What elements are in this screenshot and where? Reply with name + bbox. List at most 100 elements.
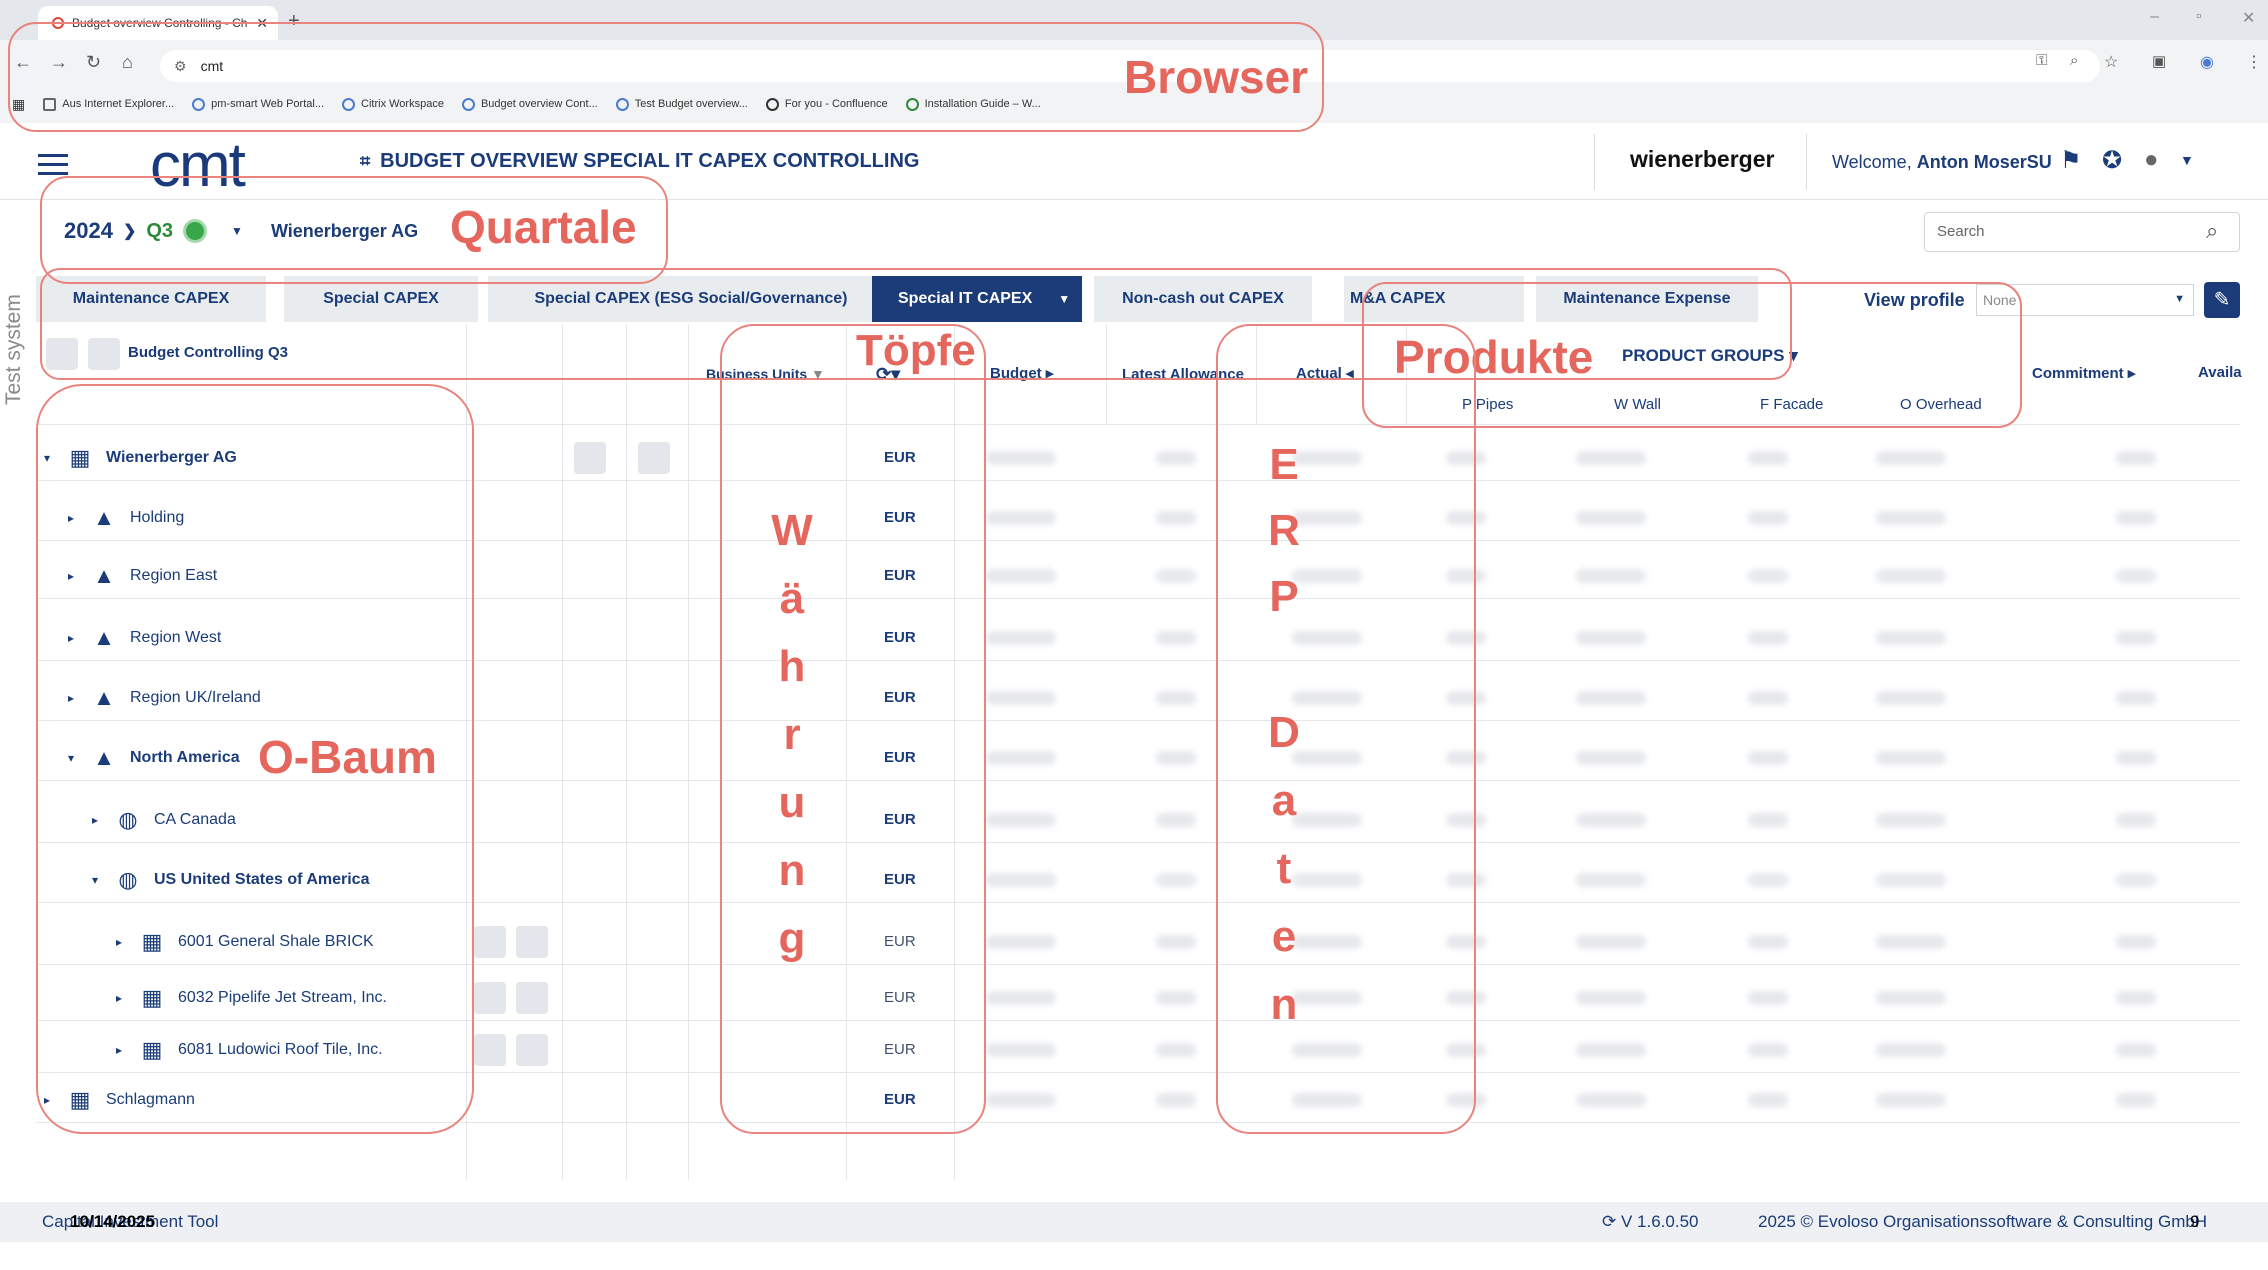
annotation-letter: t (1276, 844, 1292, 893)
annotation-letter: n (778, 846, 806, 895)
annotation-toepfe-box (720, 324, 986, 1134)
annotation-letter: e (1271, 912, 1297, 961)
excel-button[interactable] (516, 1034, 548, 1066)
blurred-value (1576, 813, 1646, 827)
lock-button[interactable] (474, 1034, 506, 1066)
annotation-letter: D (1268, 708, 1300, 757)
blurred-value (1748, 691, 1788, 705)
blurred-value (1576, 1043, 1646, 1057)
blurred-value (1876, 991, 1946, 1005)
annotation-letter: g (778, 914, 806, 963)
annotation-letter: r (783, 710, 801, 759)
annotation-browser: Browser (1124, 51, 1309, 103)
blurred-value (1876, 873, 1946, 887)
annotation-letter: h (778, 642, 806, 691)
blurred-value (1876, 813, 1946, 827)
blurred-value (986, 691, 1056, 705)
support-icon[interactable]: ✪ (2102, 146, 2122, 175)
blurred-value (1156, 873, 1196, 887)
chevron-down-icon[interactable]: ▼ (2180, 152, 2194, 168)
annotation-letter: u (778, 778, 806, 827)
blurred-value (986, 813, 1056, 827)
annotation-letter: ä (779, 574, 805, 623)
menu-icon[interactable]: ⋮ (2246, 52, 2262, 72)
user-avatar-icon[interactable]: ● (2144, 146, 2159, 174)
profile-icon[interactable]: ◉ (2200, 52, 2214, 72)
blurred-value (1156, 813, 1196, 827)
blurred-value (1876, 691, 1946, 705)
hierarchy-icon: ⌗ (360, 151, 371, 171)
blurred-value (986, 569, 1056, 583)
blurred-value (2116, 991, 2156, 1005)
brand-logo: wienerberger (1630, 146, 1775, 172)
blurred-value (1576, 873, 1646, 887)
blurred-value (1156, 1043, 1196, 1057)
blurred-value (2116, 935, 2156, 949)
comment-button[interactable] (574, 442, 606, 474)
blurred-value (2116, 751, 2156, 765)
annotation-letter: P (1269, 572, 1299, 621)
blurred-value (1748, 631, 1788, 645)
maximize-icon[interactable]: ▫ (2196, 8, 2202, 26)
blurred-value (1156, 1093, 1196, 1107)
blurred-value (986, 751, 1056, 765)
blurred-value (1876, 631, 1946, 645)
blurred-value (2116, 1093, 2156, 1107)
blurred-value (1748, 751, 1788, 765)
blurred-value (1876, 751, 1946, 765)
star-icon[interactable]: ☆ (2104, 52, 2118, 72)
edit-button[interactable]: ✎ (2204, 282, 2240, 318)
search-icon[interactable]: ⌕ (2206, 218, 2218, 244)
commitment-header[interactable]: Commitment ▸ (2032, 364, 2135, 382)
blurred-value (1576, 569, 1646, 583)
history-button[interactable] (638, 442, 670, 474)
blurred-value (1748, 511, 1788, 525)
footer: Capital Investment Tool 10/14/2025 ⟳ V 1… (0, 1202, 2268, 1242)
blurred-value (2116, 451, 2156, 465)
sync-icon: ⟳ (1602, 1212, 1617, 1231)
blurred-value (1156, 991, 1196, 1005)
annotation-letter: a (1271, 776, 1297, 825)
divider (1806, 134, 1807, 190)
blurred-value (986, 631, 1056, 645)
excel-button[interactable] (516, 926, 548, 958)
blurred-value (2116, 873, 2156, 887)
blurred-value (2116, 813, 2156, 827)
blurred-value (2116, 631, 2156, 645)
flag-icon[interactable]: ⚑ (2060, 146, 2082, 175)
blurred-value (2116, 691, 2156, 705)
blurred-value (1876, 935, 1946, 949)
blurred-value (1876, 451, 1946, 465)
blurred-value (986, 935, 1056, 949)
blurred-value (986, 511, 1056, 525)
blurred-value (2116, 1043, 2156, 1057)
available-header[interactable]: Availa (2198, 364, 2242, 381)
blurred-value (1156, 451, 1196, 465)
annotation-toepfe: Töpfe (856, 326, 976, 375)
blurred-value (1576, 511, 1646, 525)
annotation-quartale: Quartale (450, 201, 637, 253)
close-window-icon[interactable]: ✕ (2242, 8, 2255, 28)
blurred-value (1748, 1093, 1788, 1107)
zoom-icon[interactable]: ⌕ (2070, 52, 2078, 69)
search-input[interactable]: Search (1924, 212, 2240, 252)
blurred-value (1156, 691, 1196, 705)
excel-button[interactable] (516, 982, 548, 1014)
minimize-icon[interactable]: – (2150, 8, 2159, 26)
key-icon[interactable]: ⚿ (2036, 52, 2047, 69)
blurred-value (1576, 691, 1646, 705)
blurred-value (1876, 1093, 1946, 1107)
footer-date: 10/14/2025 (70, 1212, 156, 1231)
blurred-value (1748, 935, 1788, 949)
annotation-letter: E (1269, 440, 1299, 489)
annotation-obaum: O-Baum (258, 731, 437, 783)
extensions-icon[interactable]: ▣ (2152, 52, 2166, 70)
lock-button[interactable] (474, 982, 506, 1014)
test-system-label: Test system (2, 294, 25, 406)
blurred-value (1748, 991, 1788, 1005)
annotation-letter: n (1270, 980, 1298, 1029)
blurred-value (1156, 569, 1196, 583)
lock-button[interactable] (474, 926, 506, 958)
pencil-icon: ✎ (2213, 289, 2231, 311)
footer-copyright: 2025 © Evoloso Organisationssoftware & C… (1758, 1212, 2208, 1231)
